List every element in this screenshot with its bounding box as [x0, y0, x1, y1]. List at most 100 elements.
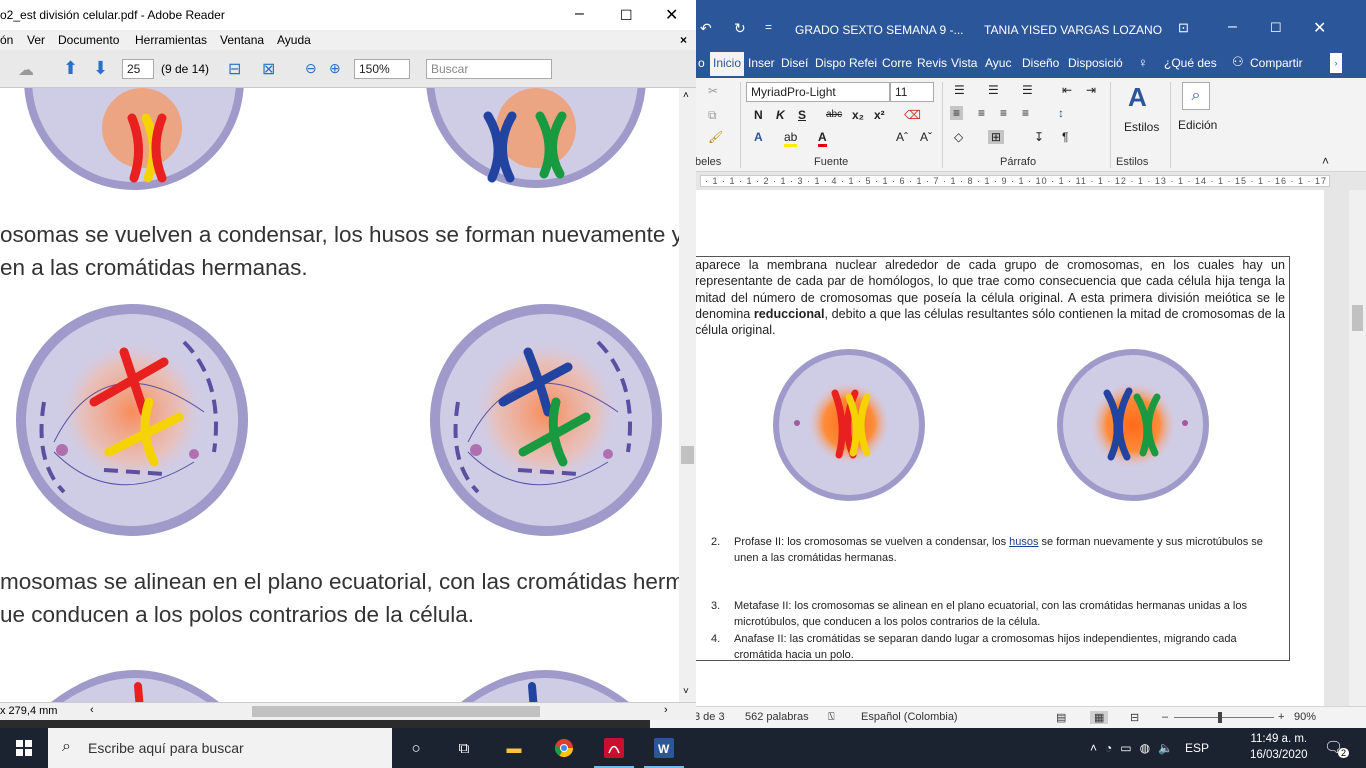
document-scrollbar[interactable]: [1349, 190, 1366, 706]
print-layout-icon[interactable]: ▦: [1090, 711, 1109, 724]
bold-button[interactable]: N: [754, 108, 763, 122]
collapse-ribbon-icon[interactable]: ˄: [1322, 154, 1329, 168]
editing-button[interactable]: Edición: [1178, 118, 1217, 132]
clock[interactable]: 11:49 a. m. 16/03/2020: [1250, 731, 1308, 763]
page-count[interactable]: 3 de 3: [694, 711, 725, 723]
align-center-icon[interactable]: ≡: [978, 106, 985, 120]
scroll-left-icon[interactable]: ‹: [90, 704, 94, 716]
zoom-out-icon[interactable]: –: [1162, 711, 1168, 723]
pdf-viewport[interactable]: osomas se vuelven a condensar, los husos…: [0, 88, 679, 702]
scroll-down-icon[interactable]: ˅: [683, 686, 689, 697]
back-arrow-icon[interactable]: ↶: [700, 20, 712, 37]
scroll-up-icon[interactable]: ˄: [683, 90, 689, 101]
format-painter-icon[interactable]: 🖌: [708, 130, 723, 144]
horizontal-scrollbar-thumb[interactable]: [252, 706, 540, 717]
font-color-icon[interactable]: A: [818, 130, 827, 147]
multilevel-list-icon[interactable]: ☰: [1022, 83, 1033, 97]
borders-icon[interactable]: ⊞: [988, 130, 1005, 144]
tab-revisar[interactable]: Revis: [917, 56, 947, 70]
underline-button[interactable]: S: [798, 108, 806, 122]
tell-me-search[interactable]: ¿Qué des: [1164, 56, 1217, 70]
text-effects-icon[interactable]: A: [754, 130, 763, 144]
windows-start-icon[interactable]: [0, 728, 48, 768]
menu-ayuda[interactable]: Ayuda: [277, 33, 311, 47]
scrollbar-thumb[interactable]: [1352, 305, 1363, 331]
shading-icon[interactable]: ◇: [954, 130, 963, 144]
tab-diseno[interactable]: Diseí: [781, 56, 808, 70]
taskbar-search[interactable]: ⌕ Escribe aquí para buscar: [48, 728, 392, 768]
strikethrough-button[interactable]: abc: [826, 109, 842, 120]
task-view-icon[interactable]: ⧉: [440, 728, 488, 768]
read-mode-icon[interactable]: ▤: [1056, 711, 1066, 724]
decrease-indent-icon[interactable]: ⇤: [1062, 83, 1072, 97]
tab-inicio[interactable]: Inicio: [710, 52, 745, 76]
cortana-icon[interactable]: ○: [392, 728, 440, 768]
show-marks-icon[interactable]: ¶: [1062, 130, 1068, 144]
tab-vista[interactable]: Vista: [951, 56, 977, 70]
grow-font-icon[interactable]: Aˆ: [896, 130, 908, 144]
clear-format-icon[interactable]: ⌫: [904, 108, 921, 122]
italic-button[interactable]: K: [776, 108, 785, 122]
file-explorer-icon[interactable]: ▬: [490, 728, 538, 768]
editing-icon[interactable]: ⌕: [1182, 82, 1210, 110]
zoom-in-icon[interactable]: ⊕: [329, 60, 341, 77]
bullets-icon[interactable]: ☰: [954, 83, 965, 97]
chrome-icon[interactable]: [540, 728, 588, 768]
word-icon[interactable]: W: [640, 728, 688, 768]
battery-icon[interactable]: ▭: [1120, 741, 1131, 755]
scrollbar-thumb[interactable]: [681, 446, 694, 464]
minimize-icon[interactable]: –: [1228, 18, 1237, 36]
zoom-slider[interactable]: [1174, 712, 1274, 723]
cut-icon[interactable]: ✂: [708, 84, 718, 98]
share-icon[interactable]: ⚇: [1232, 54, 1244, 70]
zoom-select[interactable]: 150%: [354, 59, 410, 79]
close-icon[interactable]: ✕: [665, 5, 678, 25]
network-icon[interactable]: ◍: [1140, 741, 1150, 755]
zoom-slider-thumb[interactable]: [1218, 712, 1222, 723]
justify-icon[interactable]: ≡: [1022, 106, 1029, 120]
adobe-reader-icon[interactable]: [590, 728, 638, 768]
tab-diseno-tabla[interactable]: Diseño: [1022, 56, 1059, 70]
highlight-icon[interactable]: ab: [784, 130, 798, 147]
zoom-level[interactable]: 90%: [1294, 711, 1316, 723]
align-right-icon[interactable]: ≡: [1000, 106, 1007, 120]
menu-herramientas[interactable]: Herramientas: [135, 33, 207, 47]
web-layout-icon[interactable]: ⊟: [1130, 711, 1139, 724]
scrolling-mode-icon[interactable]: ⊟: [228, 59, 241, 79]
menu-edicion[interactable]: ón: [0, 33, 13, 47]
refresh-icon[interactable]: ↻: [734, 20, 746, 37]
tab-correspondencia[interactable]: Corre: [882, 56, 912, 70]
tab-archivo[interactable]: o: [698, 56, 705, 70]
ribbon-display-icon[interactable]: ⊡: [1178, 20, 1189, 36]
search-input[interactable]: Buscar: [426, 59, 552, 79]
font-size-select[interactable]: 11: [890, 82, 934, 102]
zoom-in-icon[interactable]: +: [1278, 711, 1284, 723]
tray-app-icon[interactable]: ◔: [1105, 741, 1112, 755]
word-count[interactable]: 562 palabras: [745, 711, 809, 723]
close-icon[interactable]: ✕: [1313, 18, 1326, 38]
next-page-icon[interactable]: ⬇: [93, 58, 108, 79]
tab-disposicion[interactable]: Dispo: [815, 56, 846, 70]
tab-disposicion-tabla[interactable]: Disposició: [1068, 56, 1123, 70]
subscript-button[interactable]: x₂: [852, 108, 864, 122]
styles-button[interactable]: Estilos: [1124, 120, 1159, 134]
proofing-icon[interactable]: ⍂: [828, 711, 835, 724]
superscript-button[interactable]: x²: [874, 108, 885, 122]
pdf-vertical-scrollbar[interactable]: ˄ ˅: [679, 88, 696, 702]
increase-indent-icon[interactable]: ⇥: [1086, 83, 1096, 97]
text-box[interactable]: aparece la membrana nuclear alrededor de…: [690, 256, 1290, 661]
menu-documento[interactable]: Documento: [58, 33, 119, 47]
maximize-icon[interactable]: ☐: [1270, 20, 1282, 36]
close-doc-icon[interactable]: ×: [680, 33, 687, 47]
volume-icon[interactable]: 🔈: [1158, 741, 1173, 755]
menu-ventana[interactable]: Ventana: [220, 33, 264, 47]
menu-ver[interactable]: Ver: [27, 33, 45, 47]
tab-ayuda[interactable]: Ayuc: [985, 56, 1011, 70]
scroll-right-icon[interactable]: ›: [664, 704, 668, 716]
show-hidden-icons-icon[interactable]: ˄: [1090, 741, 1097, 755]
tab-insertar[interactable]: Inser: [748, 56, 775, 70]
input-language[interactable]: ESP: [1185, 741, 1209, 755]
spellcheck-word[interactable]: husos: [1009, 536, 1038, 548]
sort-icon[interactable]: ↧: [1034, 130, 1044, 144]
maximize-icon[interactable]: ☐: [620, 7, 633, 24]
